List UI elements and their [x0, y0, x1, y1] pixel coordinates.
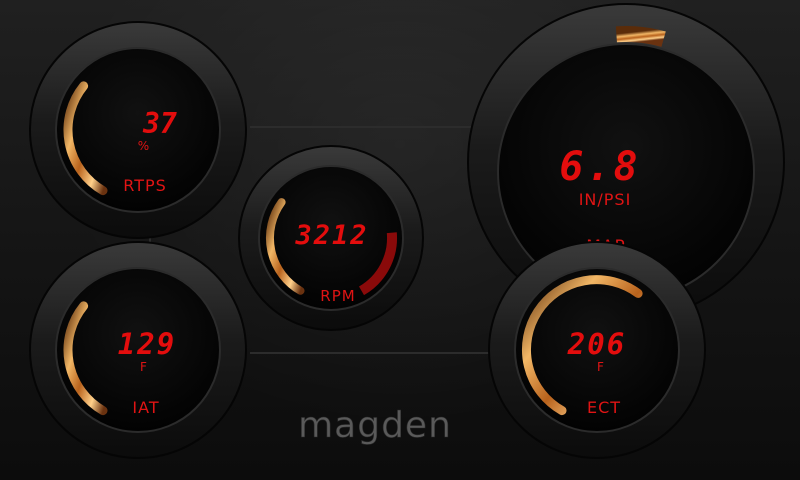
gauge-ect: 206 F ECT — [488, 241, 706, 459]
gauge-cluster: 37 % RTPS 3212 RPM 6.8 IN/PSI MAP — [29, 3, 785, 459]
gauge-rtps: 37 % RTPS — [29, 21, 247, 239]
rtps-unit: % — [138, 139, 150, 153]
iat-label: IAT — [132, 398, 159, 417]
ect-unit: F — [597, 360, 605, 374]
iat-value: 129 — [118, 327, 176, 361]
brand-logo: magden — [298, 405, 452, 446]
dashboard: 37 % RTPS 3212 RPM 6.8 IN/PSI MAP — [0, 0, 800, 480]
iat-unit: F — [140, 360, 148, 374]
gauge-rpm: 3212 RPM — [238, 145, 424, 331]
rpm-label: RPM — [320, 287, 355, 305]
rtps-value: 37 — [142, 107, 177, 140]
map-value: 6.8 — [559, 144, 640, 190]
map-unit: IN/PSI — [579, 190, 632, 209]
map-level-arc — [615, 25, 666, 47]
rtps-label: RTPS — [123, 176, 167, 195]
gauge-iat: 129 F IAT — [29, 241, 247, 459]
rpm-value: 3212 — [294, 220, 368, 251]
ect-value: 206 — [567, 327, 626, 361]
ect-label: ECT — [587, 398, 621, 417]
